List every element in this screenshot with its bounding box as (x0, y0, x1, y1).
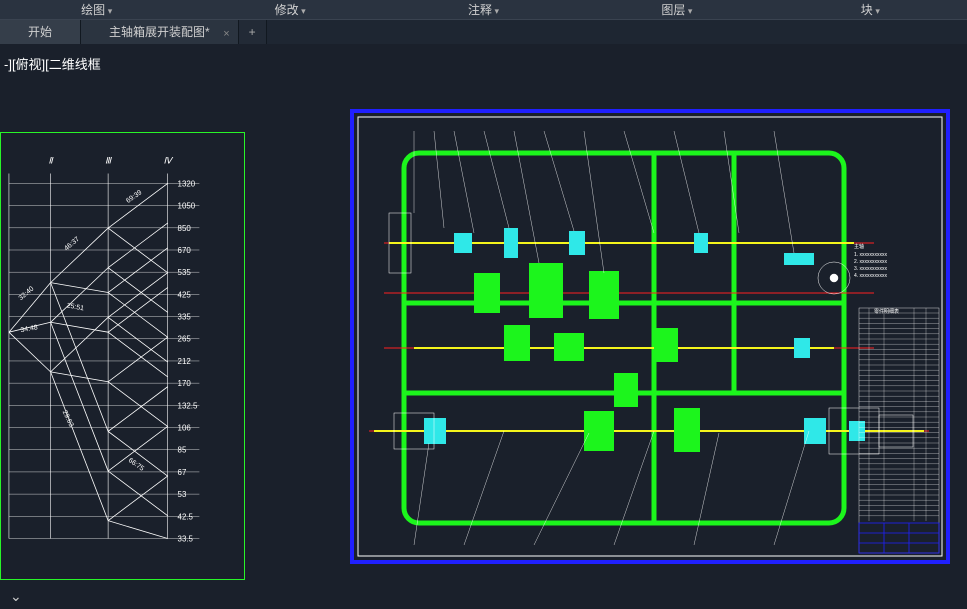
assembly-drawing[interactable]: 主轴 1. xxxxxxxxxxx 2. xxxxxxxxxxx 3. xxxx… (350, 109, 950, 564)
svg-text:85: 85 (178, 446, 187, 455)
svg-text:2. xxxxxxxxxxx: 2. xxxxxxxxxxx (854, 259, 888, 265)
bom-header: 零件明细表 (874, 308, 899, 315)
menu-annotate[interactable]: 注释 (387, 0, 580, 19)
speed-chart-svg: Ⅱ Ⅲ Ⅳ 1320 1050 850 670 535 425 335 265 212 170 13… (1, 133, 244, 579)
assembly-svg: 主轴 1. xxxxxxxxxxx 2. xxxxxxxxxxx 3. xxxx… (354, 113, 946, 560)
menu-layer[interactable]: 图层 (580, 0, 773, 19)
svg-text:25:51: 25:51 (66, 302, 84, 312)
drawing-viewport[interactable]: -][俯视][二维线框 Ⅱ Ⅲ Ⅳ 1320 1050 850 670 535 425 33… (0, 44, 967, 609)
svg-text:535: 535 (178, 268, 192, 277)
svg-text:425: 425 (178, 290, 192, 299)
tab-document[interactable]: 主轴箱展开装配图* × (81, 20, 239, 44)
svg-text:850: 850 (178, 224, 192, 233)
svg-text:335: 335 (178, 313, 192, 322)
add-tab-button[interactable]: + (239, 20, 267, 44)
commandline-chevron-icon[interactable]: ⌄ (10, 588, 22, 605)
svg-text:4. xxxxxxxxxxx: 4. xxxxxxxxxxx (854, 273, 888, 279)
svg-text:32:40: 32:40 (18, 285, 36, 302)
svg-text:212: 212 (178, 357, 191, 366)
svg-text:69:39: 69:39 (125, 189, 143, 205)
svg-text:67: 67 (178, 468, 187, 477)
svg-text:1320: 1320 (178, 179, 196, 188)
close-icon[interactable]: × (223, 22, 229, 46)
svg-text:170: 170 (178, 379, 192, 388)
svg-text:33.5: 33.5 (178, 534, 194, 543)
svg-text:34:48: 34:48 (20, 324, 38, 334)
svg-text:106: 106 (178, 424, 192, 433)
menubar: 绘图 修改 注释 图层 块 (0, 0, 967, 20)
menu-block[interactable]: 块 (774, 0, 967, 19)
view-mode-label[interactable]: -][俯视][二维线框 (4, 54, 101, 73)
svg-text:42.5: 42.5 (178, 512, 194, 521)
menu-draw[interactable]: 绘图 (0, 0, 193, 19)
svg-text:3. xxxxxxxxxxx: 3. xxxxxxxxxxx (854, 266, 888, 272)
svg-text:53: 53 (178, 490, 187, 499)
col-head: Ⅳ (164, 156, 174, 166)
tabbar: 开始 主轴箱展开装配图* × + (0, 20, 967, 44)
menu-modify[interactable]: 修改 (193, 0, 386, 19)
svg-text:29:63: 29:63 (61, 409, 75, 428)
speed-chart[interactable]: Ⅱ Ⅲ Ⅳ 1320 1050 850 670 535 425 335 265 212 170 13… (0, 132, 245, 580)
svg-text:670: 670 (178, 246, 192, 255)
note-title: 主轴 (854, 243, 864, 250)
svg-text:1. xxxxxxxxxxx: 1. xxxxxxxxxxx (854, 252, 888, 258)
tab-document-label: 主轴箱展开装配图* (109, 25, 210, 39)
svg-text:265: 265 (178, 335, 192, 344)
col-head: Ⅱ (48, 156, 54, 166)
svg-text:1050: 1050 (178, 202, 196, 211)
svg-text:132.5: 132.5 (178, 401, 198, 410)
col-head: Ⅲ (105, 156, 112, 166)
tab-start[interactable]: 开始 (0, 20, 81, 44)
svg-text:66:75: 66:75 (127, 457, 145, 473)
